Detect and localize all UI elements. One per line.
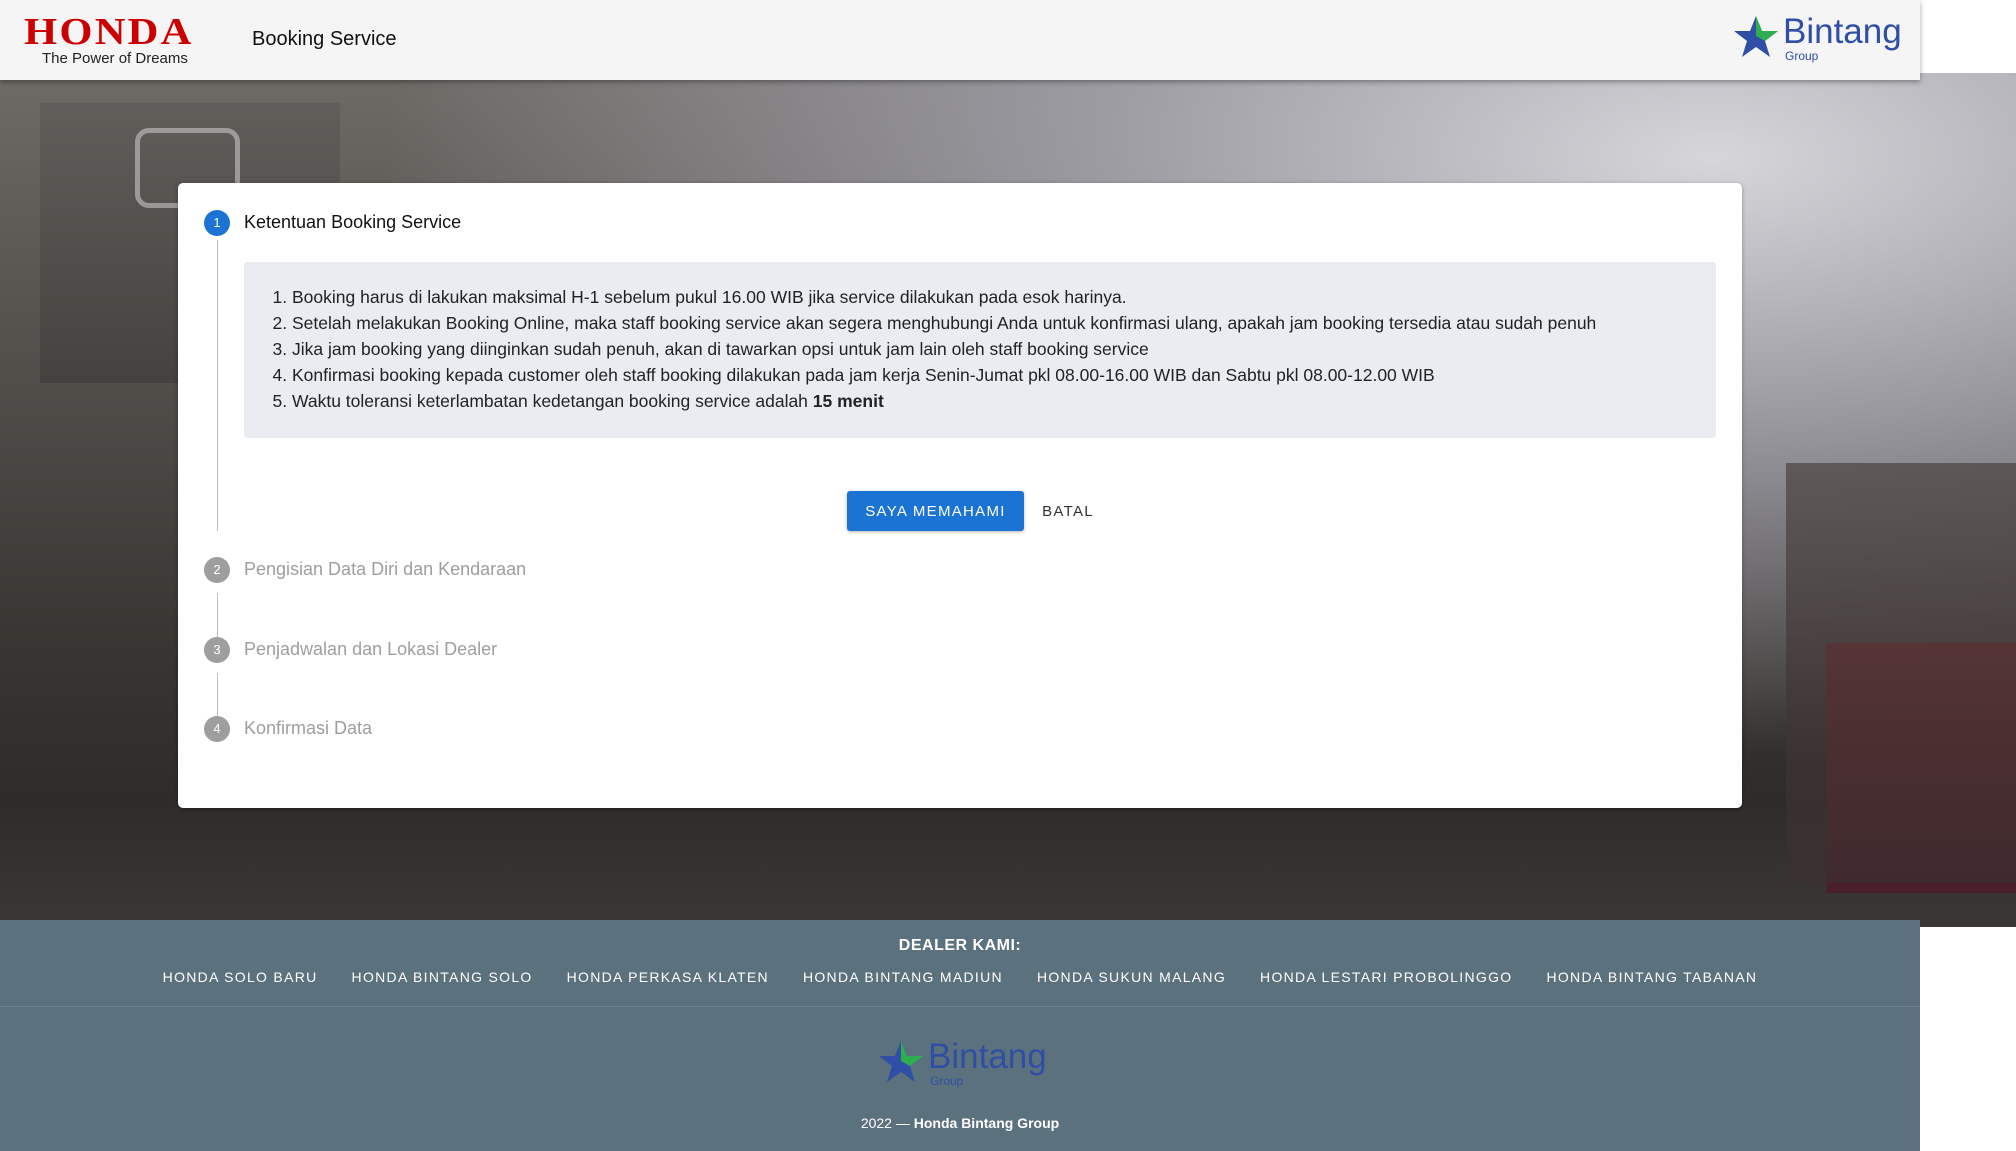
step-2-indicator: 2	[204, 557, 230, 583]
star-icon	[1734, 16, 1778, 57]
dealer-title: DEALER KAMI:	[898, 937, 1022, 954]
honda-logo[interactable]: HONDA The Power of Dreams	[24, 13, 228, 67]
dealer-link[interactable]: HONDA LESTARI PROBOLINGGO	[1243, 969, 1529, 985]
star-icon	[879, 1041, 923, 1082]
booking-stepper-card: 1 Ketentuan Booking Service Booking haru…	[178, 183, 1742, 808]
bintang-wordmark: Bintang	[1783, 12, 1902, 51]
step-3-indicator: 3	[204, 637, 230, 663]
copyright: 2022 — Honda Bintang Group	[0, 1115, 1920, 1131]
copyright-company: Honda Bintang Group	[913, 1115, 1060, 1131]
step-1-label[interactable]: Ketentuan Booking Service	[244, 212, 461, 233]
bintang-group-label: Group	[1785, 49, 1819, 63]
hero-banner	[1826, 643, 2016, 893]
bintang-logo[interactable]: Bintang Group	[1733, 12, 1902, 63]
step-4-label[interactable]: Konfirmasi Data	[244, 718, 372, 739]
footer-bintang-group-label: Group	[930, 1074, 964, 1088]
term-item: Konfirmasi booking kepada customer oleh …	[292, 362, 1716, 388]
footer-dealers: DEALER KAMI: HONDA SOLO BARU HONDA BINTA…	[0, 920, 1920, 1006]
dealer-links: HONDA SOLO BARU HONDA BINTANG SOLO HONDA…	[0, 969, 1920, 985]
term-text: Waktu toleransi keterlambatan kedetangan…	[292, 391, 808, 411]
dealer-link[interactable]: HONDA PERKASA KLATEN	[550, 969, 786, 985]
page-title: Booking Service	[252, 28, 397, 50]
term-item: Waktu toleransi keterlambatan kedetangan…	[292, 388, 1716, 414]
step-3-label[interactable]: Penjadwalan dan Lokasi Dealer	[244, 639, 497, 660]
dealer-link[interactable]: HONDA SUKUN MALANG	[1020, 969, 1243, 985]
dealer-link[interactable]: HONDA SOLO BARU	[146, 969, 335, 985]
term-item: Setelah melakukan Booking Online, maka s…	[292, 310, 1716, 336]
honda-wordmark: HONDA	[24, 11, 194, 53]
cancel-button[interactable]: BATAL	[1033, 491, 1103, 531]
footer-bintang-logo: Bintang Group	[878, 1039, 1047, 1088]
step-2-label[interactable]: Pengisian Data Diri dan Kendaraan	[244, 559, 526, 580]
footer-bottom: Bintang Group 2022 — Honda Bintang Group	[0, 1006, 1920, 1151]
terms-panel: Booking harus di lakukan maksimal H-1 se…	[244, 262, 1716, 438]
term-highlight: 15 menit	[812, 391, 884, 411]
step-connector	[217, 673, 218, 720]
dealer-link[interactable]: HONDA BINTANG TABANAN	[1529, 969, 1774, 985]
step-connector	[217, 240, 218, 531]
term-item: Booking harus di lakukan maksimal H-1 se…	[292, 284, 1716, 310]
term-item: Jika jam booking yang diinginkan sudah p…	[292, 336, 1716, 362]
header: HONDA The Power of Dreams Booking Servic…	[0, 0, 1920, 80]
copyright-year: 2022 —	[860, 1115, 910, 1131]
accept-button[interactable]: SAYA MEMAHAMI	[847, 491, 1024, 531]
dealer-link[interactable]: HONDA BINTANG SOLO	[335, 969, 550, 985]
step-4-indicator: 4	[204, 716, 230, 742]
dealer-link[interactable]: HONDA BINTANG MADIUN	[786, 969, 1020, 985]
step-1-indicator: 1	[204, 210, 230, 236]
step-connector	[217, 593, 218, 640]
